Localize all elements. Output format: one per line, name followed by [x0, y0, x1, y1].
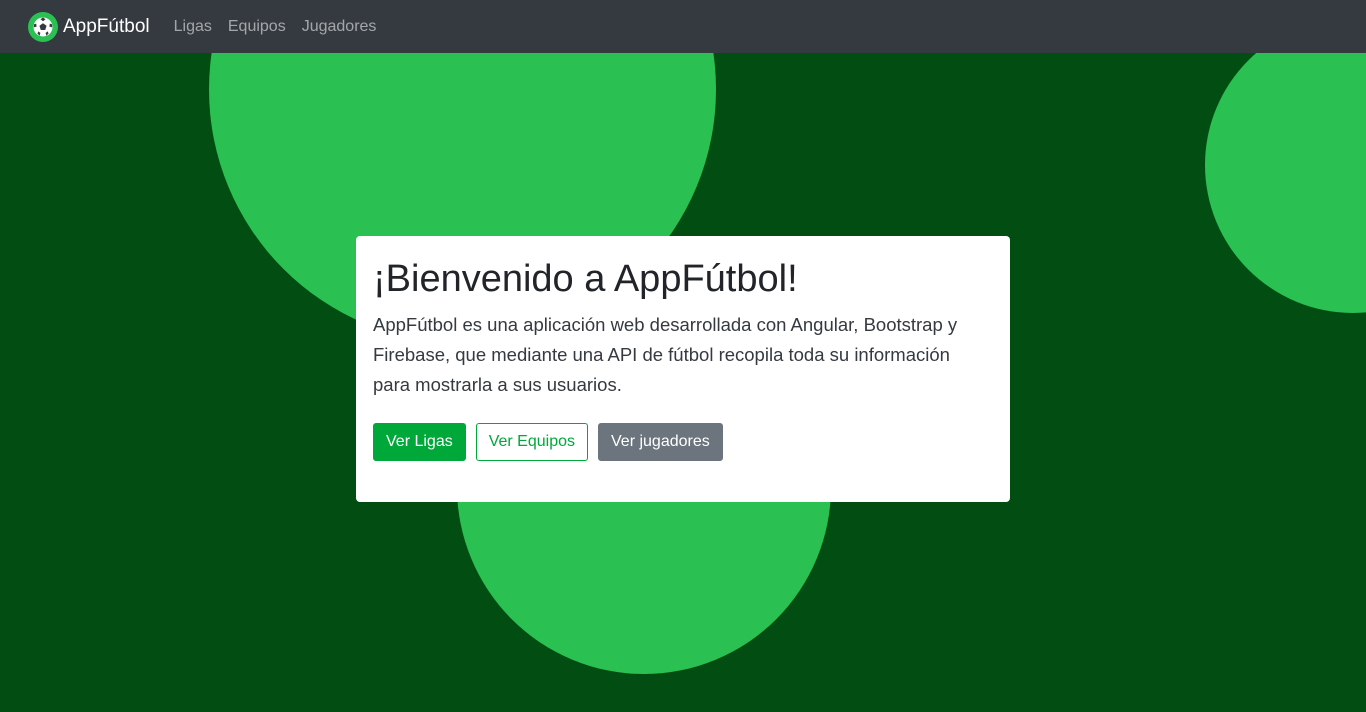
ver-jugadores-button[interactable]: Ver jugadores: [598, 423, 723, 461]
soccer-ball-icon: [28, 11, 58, 42]
nav-link-jugadores[interactable]: Jugadores: [294, 18, 385, 36]
nav-link-ligas[interactable]: Ligas: [166, 18, 220, 36]
decorative-circle: [1205, 53, 1366, 313]
brand-link[interactable]: AppFútbol: [28, 11, 150, 42]
welcome-title: ¡Bienvenido a AppFútbol!: [373, 258, 798, 300]
brand-name: AppFútbol: [63, 15, 150, 37]
action-buttons: Ver Ligas Ver Equipos Ver jugadores: [373, 423, 993, 461]
ver-ligas-button[interactable]: Ver Ligas: [373, 423, 466, 461]
ver-equipos-button[interactable]: Ver Equipos: [475, 423, 588, 461]
welcome-card: ¡Bienvenido a AppFútbol! AppFútbol es un…: [356, 236, 1010, 502]
nav-link-equipos[interactable]: Equipos: [220, 18, 294, 36]
navbar: AppFútbol Ligas Equipos Jugadores: [0, 0, 1366, 53]
nav-links: Ligas Equipos Jugadores: [166, 18, 385, 36]
welcome-description: AppFútbol es una aplicación web desarrol…: [373, 314, 958, 395]
